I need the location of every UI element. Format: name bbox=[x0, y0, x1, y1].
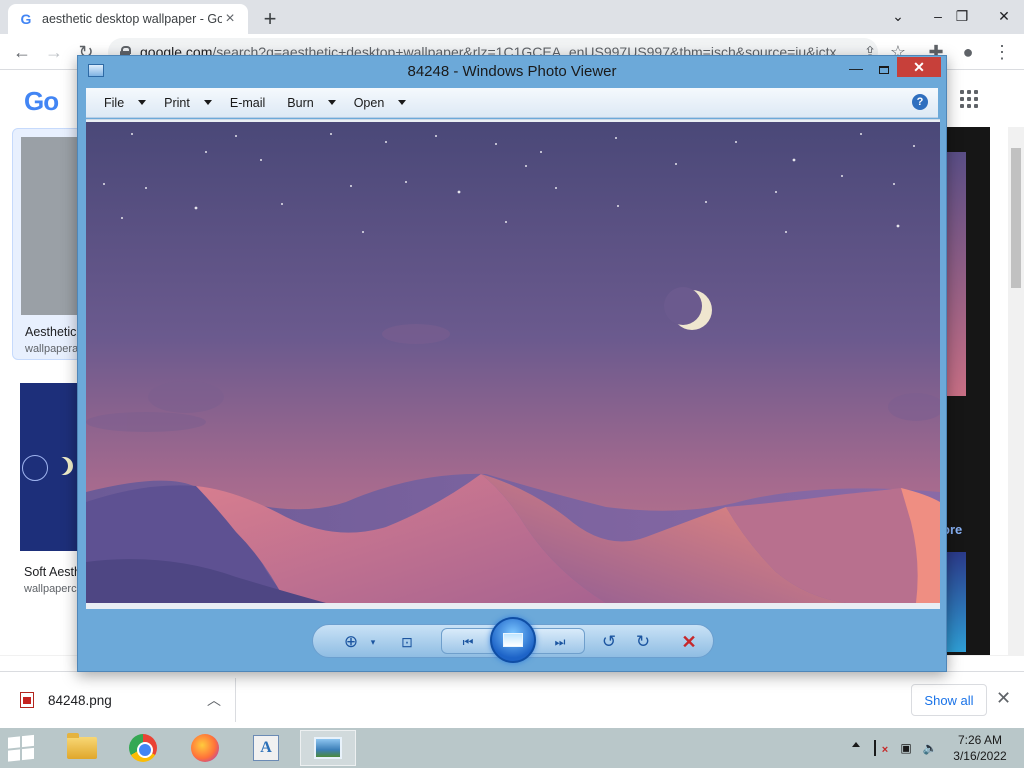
photo-canvas bbox=[86, 119, 940, 609]
result-source-2: wallpaperc bbox=[24, 583, 77, 595]
menu-burn[interactable]: Burn bbox=[277, 88, 347, 118]
taskbar-file-explorer[interactable] bbox=[54, 730, 110, 766]
menu-open-label: Open bbox=[353, 95, 385, 110]
previous-icon[interactable]: ⏮ bbox=[456, 630, 480, 654]
result-thumbnail-2[interactable] bbox=[20, 383, 80, 551]
volume-muted-icon[interactable]: 🔈 bbox=[922, 740, 938, 756]
help-icon[interactable]: ? bbox=[912, 94, 928, 110]
moon-icon bbox=[50, 457, 68, 475]
network-icon[interactable]: ▣ bbox=[898, 740, 914, 756]
show-all-button[interactable]: Show all bbox=[911, 684, 987, 716]
next-icon[interactable]: ⏭ bbox=[548, 630, 572, 654]
result-title-2[interactable]: Soft Aesth bbox=[24, 565, 81, 579]
page-scrollbar-thumb[interactable] bbox=[1011, 148, 1021, 288]
maximize-button[interactable] bbox=[872, 60, 896, 80]
forward-arrow-icon[interactable]: → bbox=[42, 40, 66, 64]
firefox-icon bbox=[191, 734, 219, 762]
wallpaper-image bbox=[86, 122, 940, 603]
profile-avatar-icon[interactable]: ● bbox=[956, 40, 980, 64]
menu-file-label: File bbox=[104, 95, 125, 110]
preview-related-image[interactable] bbox=[944, 552, 966, 652]
chevron-up-icon[interactable]: ︿ bbox=[207, 690, 221, 710]
google-logo[interactable]: Go bbox=[24, 86, 59, 117]
delete-icon[interactable]: ✕ bbox=[677, 630, 701, 654]
window-title: 84248 - Windows Photo Viewer bbox=[407, 63, 617, 80]
window-close-button[interactable]: ✕ bbox=[984, 2, 1024, 30]
slideshow-icon bbox=[503, 633, 523, 647]
rotate-clockwise-icon[interactable]: ↻ bbox=[631, 630, 655, 654]
image-result-card-selected[interactable]: Aesthetic wallpapera bbox=[12, 128, 82, 360]
menu-burn-label: Burn bbox=[287, 95, 314, 110]
menu-file[interactable]: File bbox=[86, 88, 158, 118]
google-logo-text: Go bbox=[24, 86, 59, 116]
action-center-flag-icon[interactable] bbox=[874, 740, 890, 756]
folder-icon bbox=[67, 733, 97, 759]
show-hidden-icons-icon[interactable] bbox=[852, 742, 860, 747]
menu-print[interactable]: Print bbox=[158, 88, 224, 118]
download-file-name: 84248.png bbox=[48, 692, 112, 708]
menu-email[interactable]: E-mail bbox=[224, 88, 277, 118]
menu-email-label: E-mail bbox=[229, 95, 266, 110]
google-apps-grid-icon[interactable] bbox=[960, 90, 978, 108]
window-restore-button[interactable]: ❐ bbox=[942, 2, 982, 30]
minimize-button[interactable]: — bbox=[844, 60, 868, 80]
taskbar-firefox[interactable] bbox=[177, 730, 233, 766]
back-arrow-icon[interactable]: ← bbox=[10, 40, 34, 64]
result-source: wallpapera bbox=[25, 343, 79, 355]
result-title[interactable]: Aesthetic bbox=[25, 325, 76, 339]
taskbar-photo-viewer[interactable] bbox=[300, 730, 356, 766]
taskbar-access[interactable]: A bbox=[238, 730, 294, 766]
photo-viewer-menubar: File Print E-mail Burn Open ? bbox=[86, 88, 938, 118]
dropdown-caret-icon bbox=[203, 100, 212, 105]
preview-image[interactable] bbox=[944, 152, 966, 396]
dropdown-caret-icon bbox=[398, 100, 407, 105]
windows-taskbar: A ▣ 🔈 7:26 AM 3/16/2022 bbox=[0, 728, 1024, 768]
image-file-icon bbox=[20, 692, 34, 708]
tab-search-chevron-icon[interactable]: ⌄ bbox=[878, 2, 918, 30]
new-tab-button[interactable]: + bbox=[258, 6, 282, 32]
access-icon: A bbox=[253, 735, 279, 761]
browser-tabstrip: G aesthetic desktop wallpaper - Go × + ⌄… bbox=[0, 0, 1024, 34]
play-slideshow-button[interactable] bbox=[490, 617, 536, 663]
system-clock[interactable]: 7:26 AM 3/16/2022 bbox=[950, 732, 1010, 764]
dropdown-caret-icon bbox=[138, 100, 147, 105]
result-thumbnail[interactable] bbox=[21, 137, 81, 315]
browser-tab-active[interactable]: G aesthetic desktop wallpaper - Go × bbox=[8, 4, 248, 34]
close-button[interactable]: ✕ bbox=[897, 57, 941, 77]
zoom-dropdown-icon[interactable]: ▾ bbox=[361, 630, 385, 654]
actual-size-icon[interactable]: ⊡ bbox=[395, 630, 419, 654]
start-windows-icon[interactable] bbox=[8, 734, 38, 762]
download-item[interactable]: 84248.png ︿ bbox=[0, 678, 236, 722]
chrome-menu-icon[interactable]: ⋮ bbox=[990, 40, 1014, 64]
dropdown-caret-icon bbox=[327, 100, 336, 105]
download-shelf: 84248.png ︿ Show all ✕ bbox=[0, 671, 1024, 728]
menu-open[interactable]: Open bbox=[348, 88, 419, 118]
clock-date: 3/16/2022 bbox=[953, 749, 1007, 763]
photo-viewer-controls: ⊕ ▾ ⊡ ⏮ ⏭ ↺ ↻ ✕ bbox=[312, 617, 714, 663]
chrome-icon bbox=[129, 734, 157, 762]
zoom-icon[interactable]: ⊕ bbox=[339, 630, 363, 654]
rotate-counterclockwise-icon[interactable]: ↺ bbox=[597, 630, 621, 654]
photo-viewer-titlebar[interactable]: 84248 - Windows Photo Viewer — ✕ bbox=[78, 56, 946, 86]
photo-viewer-window: 84248 - Windows Photo Viewer — ✕ File Pr… bbox=[77, 55, 947, 672]
taskbar-chrome[interactable] bbox=[115, 730, 171, 766]
ring-shape bbox=[22, 455, 48, 481]
close-download-shelf-icon[interactable]: ✕ bbox=[996, 688, 1011, 709]
tab-title: aesthetic desktop wallpaper - Go bbox=[42, 12, 222, 26]
photo-viewer-icon bbox=[314, 737, 342, 759]
menu-print-label: Print bbox=[164, 95, 190, 110]
tab-close-icon[interactable]: × bbox=[222, 10, 238, 28]
clock-time: 7:26 AM bbox=[957, 733, 1003, 747]
google-favicon-icon: G bbox=[20, 11, 32, 27]
